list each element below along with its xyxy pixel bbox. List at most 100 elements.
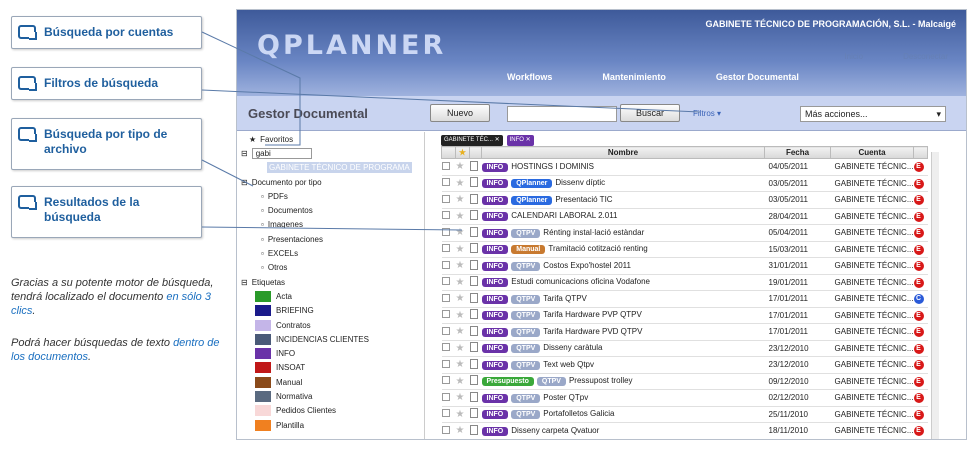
star-icon[interactable]: ★: [456, 260, 465, 271]
row-tag[interactable]: INFO: [481, 212, 509, 222]
status-badge[interactable]: E: [913, 195, 924, 206]
tree-item[interactable]: ★ Favoritos: [237, 132, 424, 146]
tree-tag[interactable]: Normativa: [237, 389, 424, 403]
star-icon[interactable]: ★: [456, 376, 465, 387]
tree-item[interactable]: ▫ Otros: [237, 261, 424, 275]
row-name[interactable]: Dissenv díptic: [555, 178, 605, 187]
status-badge[interactable]: E: [913, 228, 924, 239]
row-checkbox[interactable]: [441, 194, 450, 203]
row-name[interactable]: Disseny caràtula: [543, 343, 602, 352]
row-tag[interactable]: INFO: [481, 228, 509, 238]
row-tag[interactable]: QTPV: [511, 410, 541, 420]
status-badge[interactable]: E: [913, 261, 924, 272]
tree-tag[interactable]: BRIEFING: [237, 304, 424, 318]
tree-item[interactable]: ⊟ Documento por tipo: [237, 175, 424, 189]
row-name[interactable]: Tarifa Hardware PVD QTPV: [543, 327, 642, 336]
col-fecha[interactable]: Fecha: [764, 146, 832, 159]
star-icon[interactable]: ★: [456, 227, 465, 238]
star-icon[interactable]: ★: [456, 343, 465, 354]
row-name[interactable]: Tramitació cotització renting: [548, 244, 647, 253]
search-input[interactable]: [507, 106, 617, 122]
status-badge[interactable]: E: [913, 426, 924, 437]
row-tag[interactable]: INFO: [481, 410, 509, 420]
row-name[interactable]: Tarifa Hardware PVP QTPV: [543, 310, 642, 319]
row-name[interactable]: Text web Qtpv: [543, 360, 594, 369]
tree-item[interactable]: ⊟ Etiquetas: [237, 275, 424, 289]
home-link[interactable]: Inicio: [844, 52, 863, 61]
tree-tag[interactable]: Contratos: [237, 318, 424, 332]
table-row[interactable]: ★ INFO QPlanner Presentació TIC 03/05/2011 GA…: [441, 191, 928, 209]
row-checkbox[interactable]: [441, 211, 450, 220]
filter-chip[interactable]: GABINETE TÉC... ✕: [441, 135, 503, 146]
table-row[interactable]: ★ INFO Disseny carpeta Qvatuor 18/11/2010 GA…: [441, 422, 928, 439]
table-row[interactable]: ★ INFO QTPV Tarifa Hardware PVP QTPV 17/01/2…: [441, 307, 928, 324]
row-name[interactable]: Pressupost trolley: [569, 376, 633, 385]
row-checkbox[interactable]: [441, 227, 450, 236]
search-button[interactable]: Buscar: [620, 104, 680, 122]
nav-mantenimiento[interactable]: Mantenimiento: [602, 72, 666, 82]
status-badge[interactable]: E: [913, 393, 924, 404]
tree-tag[interactable]: INCIDENCIAS CLIENTES: [237, 332, 424, 346]
row-tag[interactable]: INFO: [481, 261, 509, 271]
row-name[interactable]: Poster QTpv: [543, 393, 588, 402]
table-row[interactable]: ★ INFO Manual Tramitació cotització renting…: [441, 241, 928, 258]
row-tag[interactable]: INFO: [481, 311, 509, 321]
row-name[interactable]: Rénting instal·lació estàndar: [543, 228, 644, 237]
tree-item[interactable]: ▫ Documentos: [237, 203, 424, 217]
tree-item[interactable]: ⊟ gabi: [237, 146, 424, 160]
row-checkbox[interactable]: [441, 310, 450, 319]
row-checkbox[interactable]: [441, 376, 450, 385]
tree-tag[interactable]: Manual: [237, 375, 424, 389]
logout-link[interactable]: Desconectar: [903, 52, 948, 61]
status-badge[interactable]: E: [913, 360, 924, 371]
status-badge[interactable]: E: [913, 409, 924, 420]
row-tag[interactable]: QPlanner: [511, 195, 553, 205]
table-row[interactable]: ★ INFO QTPV Text web Qtpv 23/12/2010 GABINETE…: [441, 356, 928, 374]
col-nombre[interactable]: Nombre: [480, 146, 766, 159]
row-checkbox[interactable]: [441, 409, 450, 418]
tree-tag[interactable]: Acta: [237, 289, 424, 303]
row-tag[interactable]: QTPV: [511, 228, 541, 238]
row-name[interactable]: Tarifa QTPV: [543, 294, 587, 303]
table-row[interactable]: ★ INFO QTPV Poster QTpv 02/12/2010 GABINETE T…: [441, 389, 928, 407]
row-tag[interactable]: QTPV: [511, 261, 541, 271]
row-tag[interactable]: INFO: [481, 195, 509, 205]
star-icon[interactable]: ★: [456, 409, 465, 420]
row-tag[interactable]: QTPV: [511, 344, 541, 354]
tree-item[interactable]: ▫ PDFs: [237, 189, 424, 203]
row-name[interactable]: CALENDARI LABORAL 2.011: [511, 211, 617, 220]
row-tag[interactable]: QTPV: [511, 360, 541, 370]
star-icon[interactable]: ★: [456, 161, 465, 172]
table-row[interactable]: ★ INFO QTPV Rénting instal·lació estàndar 05…: [441, 224, 928, 242]
row-checkbox[interactable]: [441, 161, 450, 170]
row-name[interactable]: Presentació TIC: [555, 195, 612, 204]
row-checkbox[interactable]: [441, 425, 450, 434]
close-icon[interactable]: ✕: [493, 137, 500, 143]
row-tag[interactable]: Presupuesto: [481, 377, 534, 387]
row-tag[interactable]: INFO: [481, 360, 509, 370]
row-checkbox[interactable]: [441, 293, 450, 302]
star-icon[interactable]: ★: [456, 310, 465, 321]
table-row[interactable]: ★ INFO CALENDARI LABORAL 2.011 28/04/2011 GA…: [441, 208, 928, 225]
table-row[interactable]: ★ INFO QPlanner Dissenv díptic 03/05/2011 GAB…: [441, 175, 928, 192]
results-scrollbar[interactable]: [931, 152, 939, 439]
tree-tag[interactable]: Pedidos Clientes: [237, 404, 424, 418]
row-tag[interactable]: INFO: [481, 426, 509, 436]
filters-toggle[interactable]: Filtros ▾: [693, 109, 721, 118]
row-name[interactable]: HOSTINGS I DOMINIS: [511, 162, 594, 171]
star-icon[interactable]: ★: [456, 425, 465, 436]
row-checkbox[interactable]: [441, 244, 450, 253]
tree-item[interactable]: ▫ EXCELs: [237, 246, 424, 260]
row-checkbox[interactable]: [441, 392, 450, 401]
row-checkbox[interactable]: [441, 359, 450, 368]
row-checkbox[interactable]: [441, 277, 450, 286]
table-row[interactable]: ★ INFO HOSTINGS I DOMINIS 04/05/2011 GABINET…: [441, 158, 928, 176]
table-row[interactable]: ★ INFO QTPV Tarifa Hardware PVD QTPV 17/01/2…: [441, 323, 928, 341]
tree-tag[interactable]: INFO: [237, 346, 424, 360]
row-checkbox[interactable]: [441, 326, 450, 335]
star-icon[interactable]: ★: [456, 392, 465, 403]
row-tag[interactable]: INFO: [481, 294, 509, 304]
nav-workflows[interactable]: Workflows: [507, 72, 552, 82]
table-row[interactable]: ★ INFO QTPV Disseny caràtula 23/12/2010 GABIN…: [441, 340, 928, 357]
row-tag[interactable]: QTPV: [511, 393, 541, 403]
